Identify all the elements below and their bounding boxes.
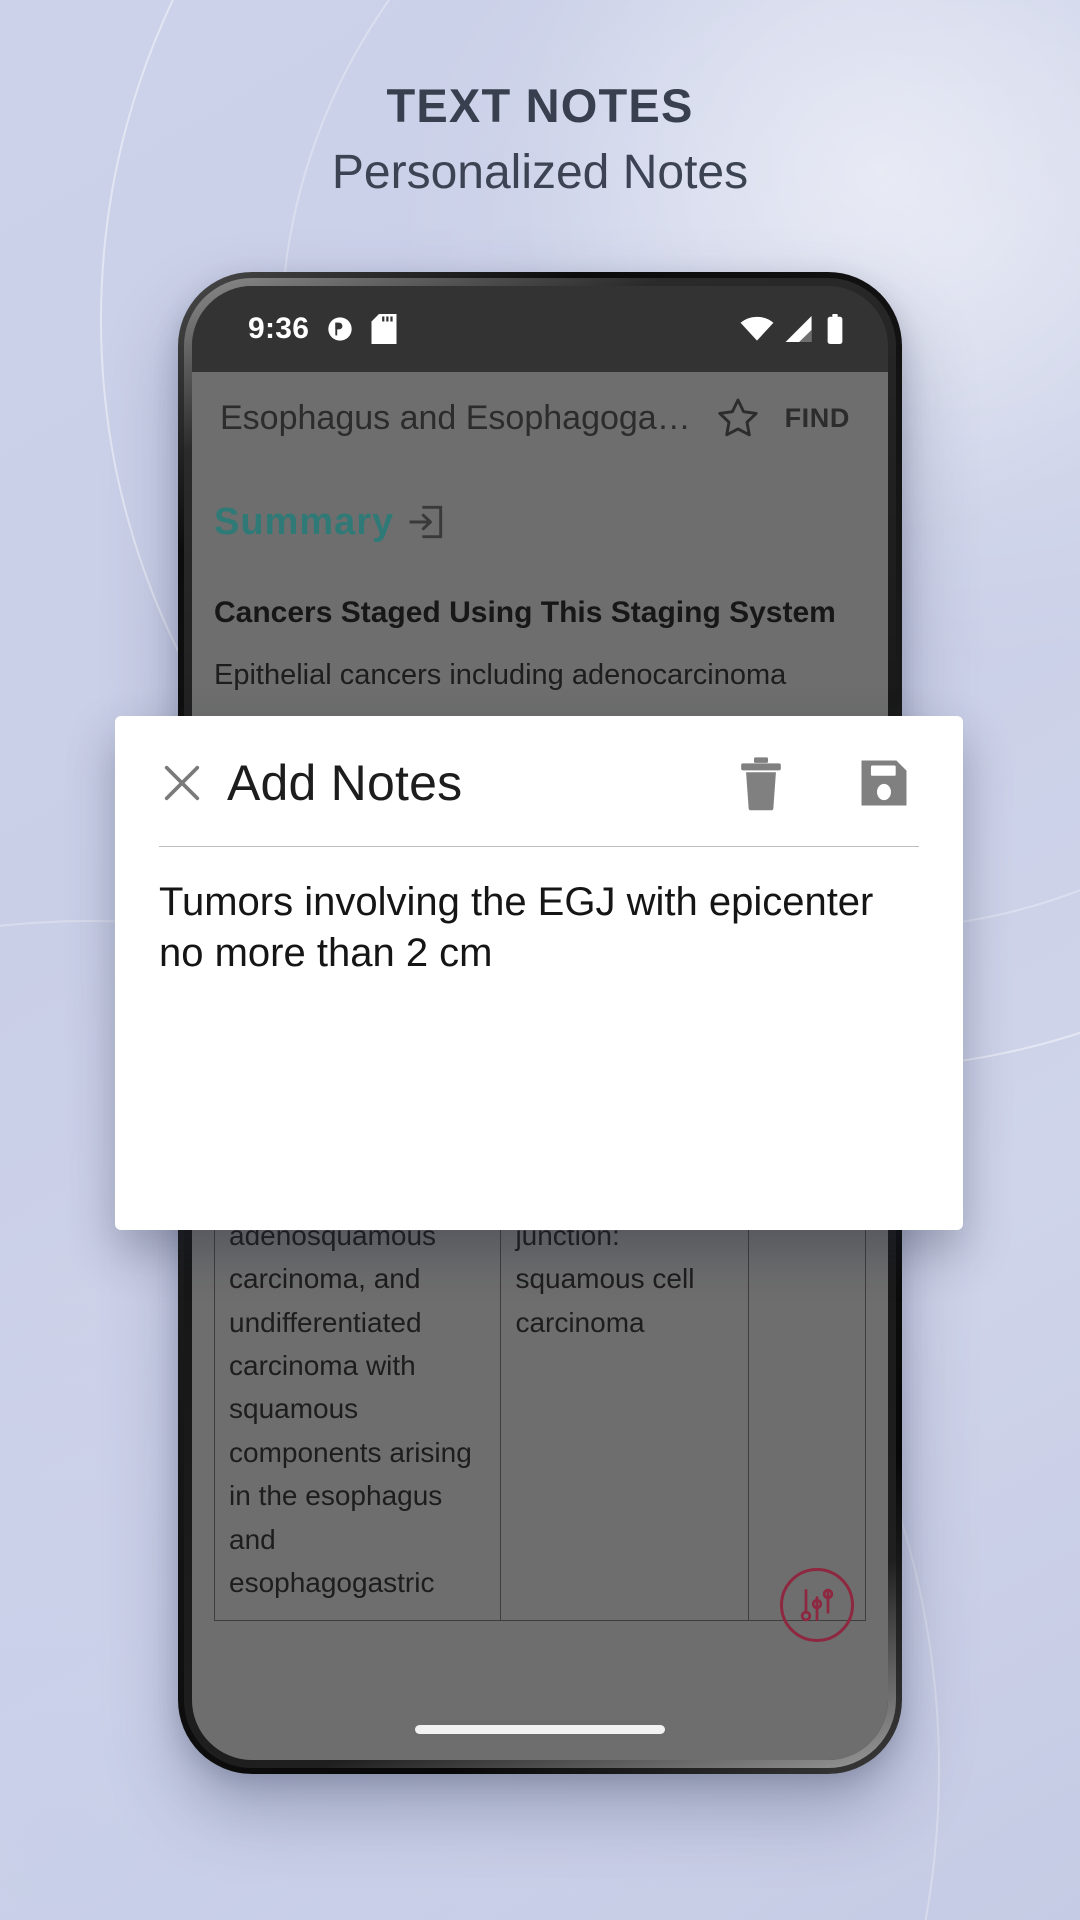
summary-link[interactable]: Summary (214, 464, 866, 550)
note-input[interactable]: Tumors involving the EGJ with epicenter … (115, 847, 963, 1230)
summary-label: Summary (214, 500, 395, 543)
star-outline-icon[interactable] (701, 395, 775, 441)
gesture-navigation-bar[interactable] (415, 1725, 665, 1734)
wifi-icon (740, 316, 774, 342)
add-notes-dialog: Add Notes Tumors involving the EGJ with … (115, 716, 963, 1230)
dialog-title: Add Notes (227, 755, 463, 811)
save-floppy-icon[interactable] (857, 756, 911, 810)
status-bar-right (740, 314, 844, 344)
document-section-heading: Cancers Staged Using This Staging System (214, 596, 836, 629)
document-section-paragraph: Epithelial cancers including adenocarcin… (214, 659, 787, 691)
promo-subtitle: Personalized Notes (331, 146, 749, 199)
battery-icon (826, 314, 844, 344)
open-in-new-icon[interactable] (404, 500, 448, 544)
close-icon[interactable] (159, 760, 205, 806)
dialog-header: Add Notes (115, 716, 963, 812)
sd-card-icon (371, 314, 397, 344)
promo-title: TEXT NOTES (386, 79, 694, 132)
app-bar-title: Esophagus and Esophagoga… (220, 398, 691, 437)
app-bar: Esophagus and Esophagoga… FIND (192, 372, 888, 464)
trash-icon[interactable] (735, 755, 787, 811)
status-bar-left: 9:36 (248, 312, 397, 346)
status-bar-clock: 9:36 (248, 312, 310, 345)
sliders-settings-icon[interactable] (780, 1568, 854, 1642)
find-button[interactable]: FIND (785, 403, 860, 434)
do-not-disturb-icon (326, 315, 354, 343)
promo-headings: TEXT NOTES Personalized Notes (0, 78, 1080, 200)
cellular-signal-icon (785, 316, 815, 342)
status-bar: 9:36 (192, 286, 888, 372)
dialog-actions (735, 755, 919, 811)
